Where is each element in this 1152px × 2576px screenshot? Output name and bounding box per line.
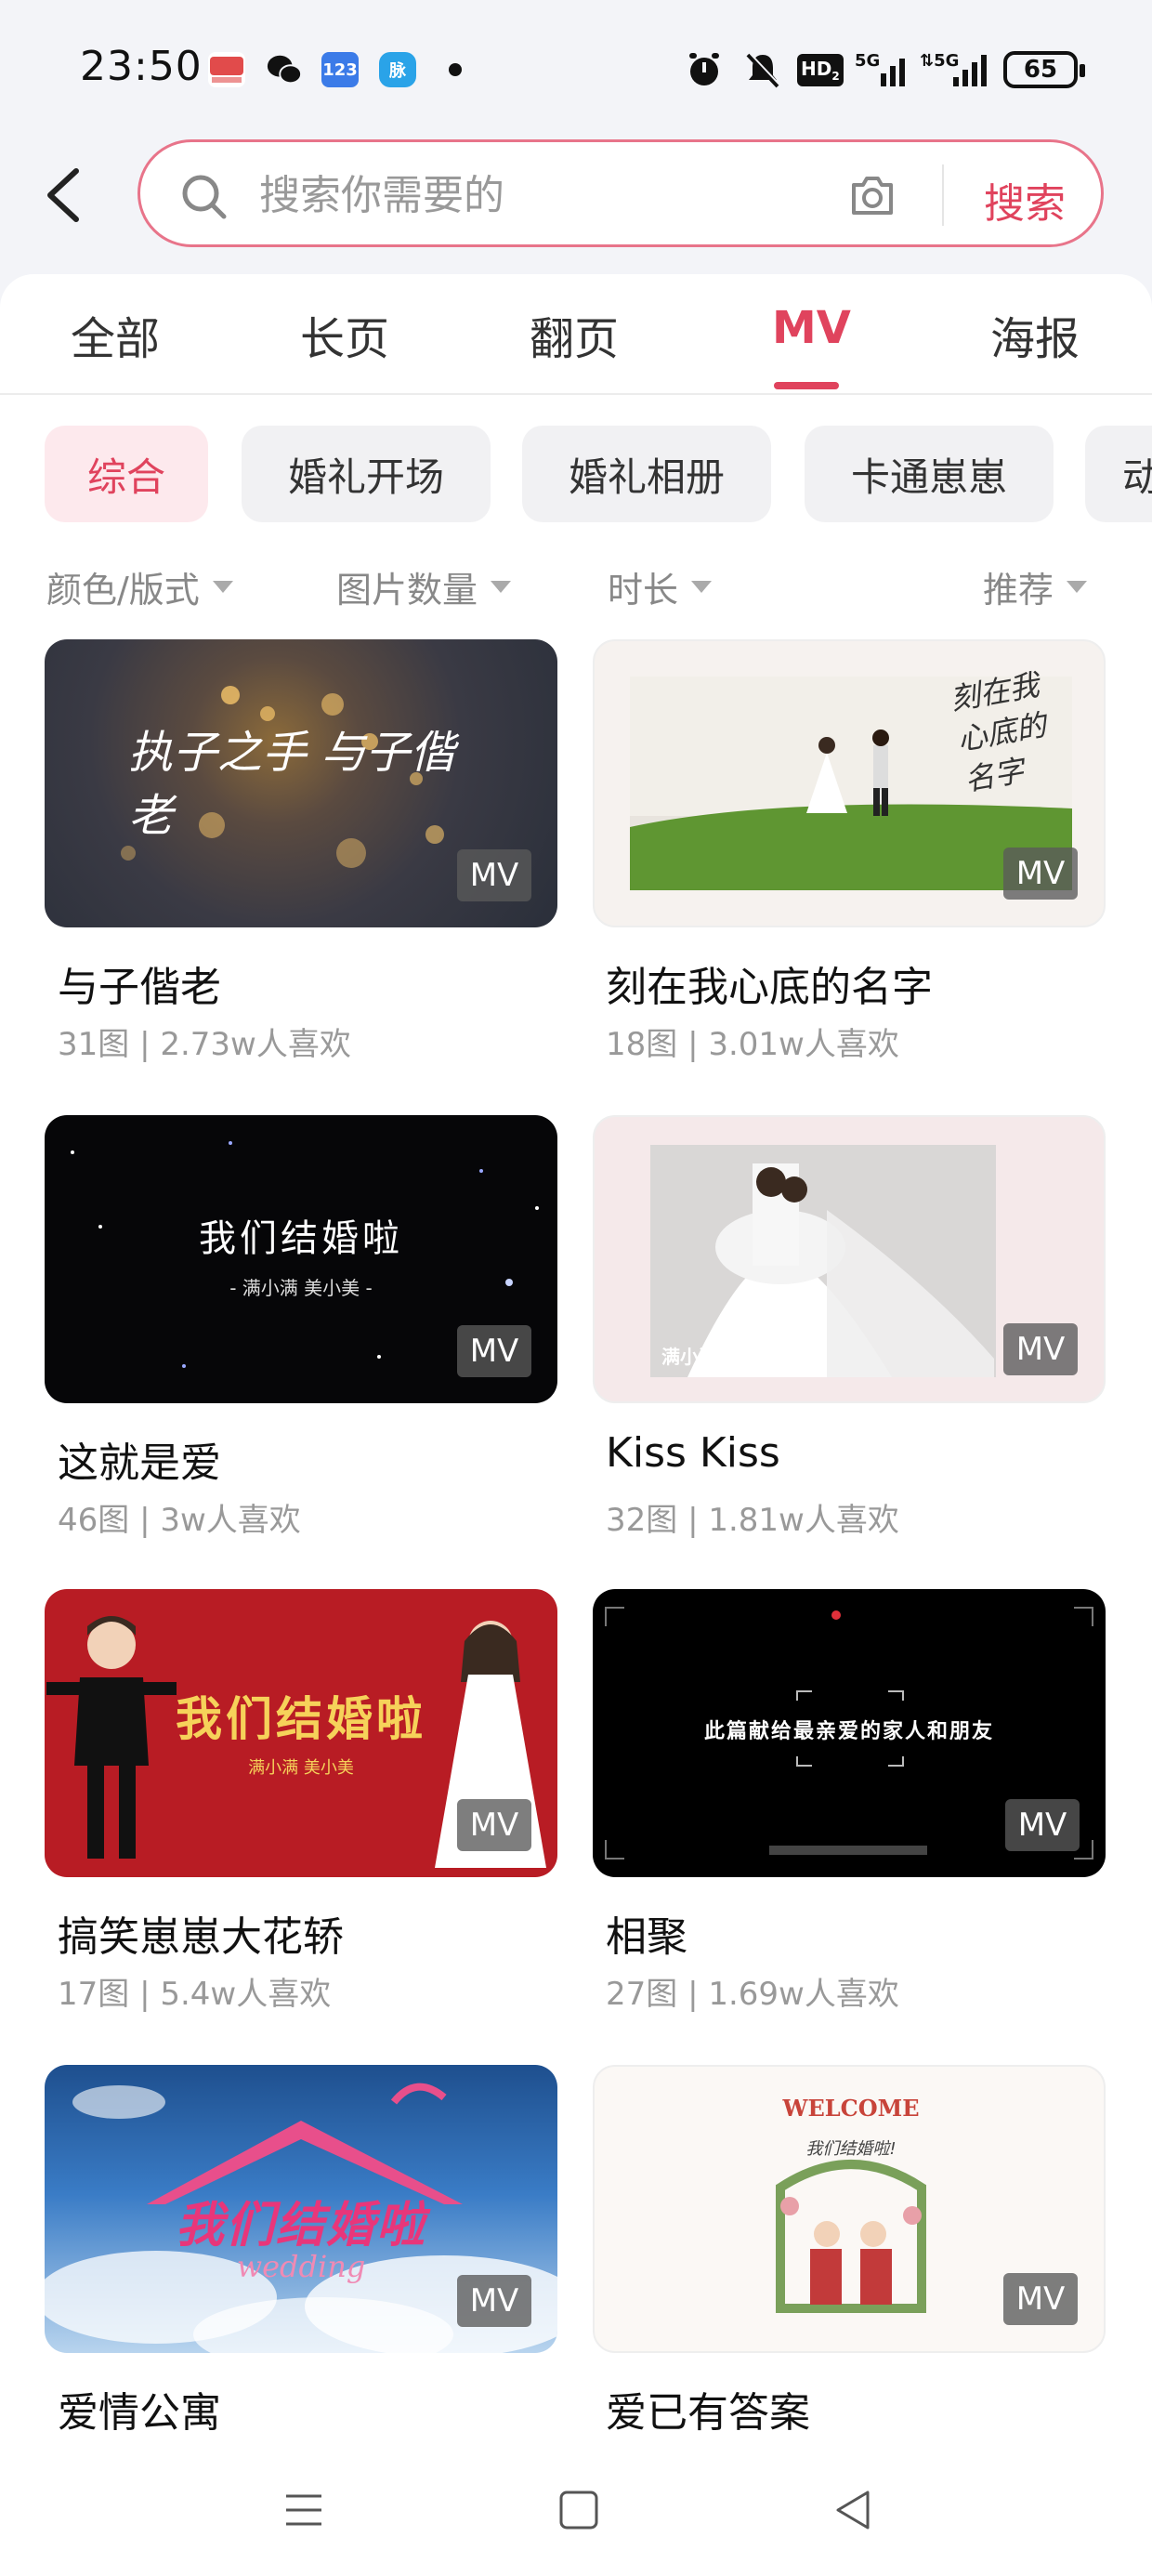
search-divider [942, 164, 944, 226]
template-thumbnail: 我们结婚啦 wedding MV [45, 2065, 557, 2353]
template-title: 搞笑崽崽大花轿 [58, 1913, 344, 1961]
mv-badge: MV [1005, 1799, 1080, 1851]
signal-5g-icon: 5G [855, 51, 905, 86]
thumbnail-overlay-subtext: - 满小满 美小美 - [229, 1277, 373, 1299]
system-nav-bar [0, 2444, 1152, 2576]
template-thumbnail: WELCOME 我们结婚啦! MV [593, 2065, 1106, 2353]
back-nav-icon[interactable] [831, 2487, 877, 2533]
app-notification-icon [208, 52, 245, 87]
tab-active-indicator [774, 382, 839, 389]
thumbnail-overlay-text: 我们结婚啦 [176, 1692, 426, 1746]
tabs-divider [0, 393, 1152, 395]
thumbnail-overlay-subtext: 满小满 美小美 [248, 1758, 354, 1778]
menu-icon[interactable] [281, 2487, 327, 2533]
template-title: 爱已有答案 [606, 2389, 810, 2437]
tab-all[interactable]: 全部 [71, 302, 160, 367]
status-time: 23:50 [80, 43, 203, 90]
chip-wedding-album[interactable]: 婚礼相册 [522, 426, 771, 522]
chip-wedding-opening[interactable]: 婚礼开场 [242, 426, 491, 522]
template-meta: 46图 | 3w人喜欢 [58, 1502, 301, 1539]
template-meta: 18图 | 3.01w人喜欢 [606, 1026, 899, 1063]
template-meta: 27图 | 1.69w人喜欢 [606, 1976, 899, 2013]
template-title: 刻在我心底的名字 [606, 964, 933, 1011]
dropdown-triangle-icon [212, 581, 233, 593]
filter-image-count[interactable]: 图片数量 [336, 561, 512, 612]
thumbnail-overlay-text: 执子之手 与子偕老 [128, 727, 455, 842]
mv-badge: MV [457, 1325, 531, 1377]
search-input[interactable] [259, 163, 854, 228]
template-thumbnail: 刻在我 心底的名字 MV [593, 639, 1106, 927]
tab-flip-page[interactable]: 翻页 [530, 302, 619, 367]
template-title: 爱情公寓 [58, 2389, 221, 2437]
template-thumbnail: 满小满 and 美小美 MV [593, 1115, 1106, 1403]
mv-badge: MV [457, 1799, 531, 1851]
template-title: 这就是爱 [58, 1439, 221, 1487]
status-bar: 23:50 123 脉 HD2 5G ⇅5G 65 [0, 0, 1152, 139]
filter-color-style-label: 颜色/版式 [46, 570, 200, 611]
home-icon[interactable] [556, 2487, 602, 2533]
thumbnail-overlay-subtext: 我们结婚啦! [805, 2139, 897, 2159]
template-meta: 17图 | 5.4w人喜欢 [58, 1976, 332, 2013]
mv-badge: MV [1003, 848, 1078, 900]
filter-sort-label: 推荐 [983, 570, 1054, 611]
template-thumbnail: 执子之手 与子偕老 MV [45, 639, 557, 927]
tab-long-page[interactable]: 长页 [300, 302, 389, 367]
thumbnail-overlay-text: 满小满 and 美小美 [661, 1346, 825, 1368]
mv-badge: MV [457, 2275, 531, 2327]
dropdown-triangle-icon [491, 581, 512, 593]
filter-image-count-label: 图片数量 [336, 570, 478, 611]
back-arrow-icon [47, 168, 79, 222]
search-bar: 搜索 [137, 139, 1104, 247]
camera-icon[interactable] [846, 170, 898, 222]
tab-poster[interactable]: 海报 [990, 302, 1080, 367]
filter-duration[interactable]: 时长 [608, 561, 713, 612]
more-notifications-icon [449, 63, 462, 76]
dropdown-triangle-icon [691, 581, 713, 593]
template-thumbnail: 我们结婚啦 - 满小满 美小美 - MV [45, 1115, 557, 1403]
thumbnail-overlay-text: 此篇献给最亲爱的家人和朋友 [703, 1720, 994, 1743]
mv-badge: MV [1003, 2273, 1078, 2325]
mv-badge: MV [1003, 1323, 1078, 1375]
signal-5g-2-icon: ⇅5G [920, 51, 987, 86]
thumbnail-overlay-text: 我们结婚啦 [199, 1217, 403, 1260]
thumbnail-overlay-text: 刻在我 心底的名字 [947, 666, 1049, 798]
svg-text:5G: 5G [855, 51, 880, 71]
template-meta: 32图 | 1.81w人喜欢 [606, 1502, 899, 1539]
category-tabs: 全部 长页 翻页 MV 海报 [0, 274, 1152, 395]
dropdown-triangle-icon [1067, 581, 1088, 593]
tab-mv[interactable]: MV [772, 302, 851, 354]
template-meta: 31图 | 2.73w人喜欢 [58, 1026, 351, 1063]
wechat-icon [266, 52, 303, 87]
template-thumbnail: 此篇献给最亲爱的家人和朋友 MV [593, 1589, 1106, 1877]
status-indicators: HD2 5G ⇅5G [684, 48, 987, 91]
chip-overall[interactable]: 综合 [45, 426, 208, 522]
thumbnail-overlay-text: 我们结婚啦 [175, 2198, 426, 2254]
template-title: 与子偕老 [58, 964, 221, 1011]
thumbnail-overlay-text: WELCOME [782, 2095, 920, 2122]
template-title: Kiss Kiss [606, 1429, 780, 1477]
template-title: 相聚 [606, 1913, 687, 1961]
filter-sort[interactable]: 推荐 [983, 561, 1088, 612]
alarm-icon [689, 53, 719, 85]
back-button[interactable] [37, 158, 93, 232]
mv-badge: MV [457, 849, 531, 901]
mute-icon [746, 52, 780, 88]
app-mai-icon: 脉 [379, 52, 416, 87]
chip-cartoon[interactable]: 卡通崽崽 [805, 426, 1054, 522]
hd-icon: HD2 [797, 53, 844, 86]
search-button[interactable]: 搜索 [984, 170, 1066, 230]
filter-duration-label: 时长 [608, 570, 679, 611]
app-123-icon: 123 [321, 52, 359, 87]
chip-animation[interactable]: 动 [1085, 426, 1152, 522]
filter-color-style[interactable]: 颜色/版式 [46, 561, 233, 612]
template-thumbnail: 我们结婚啦 满小满 美小美 MV [45, 1589, 557, 1877]
battery-icon: 65 [1003, 51, 1085, 88]
search-icon [182, 175, 227, 219]
svg-text:⇅5G: ⇅5G [920, 51, 959, 71]
